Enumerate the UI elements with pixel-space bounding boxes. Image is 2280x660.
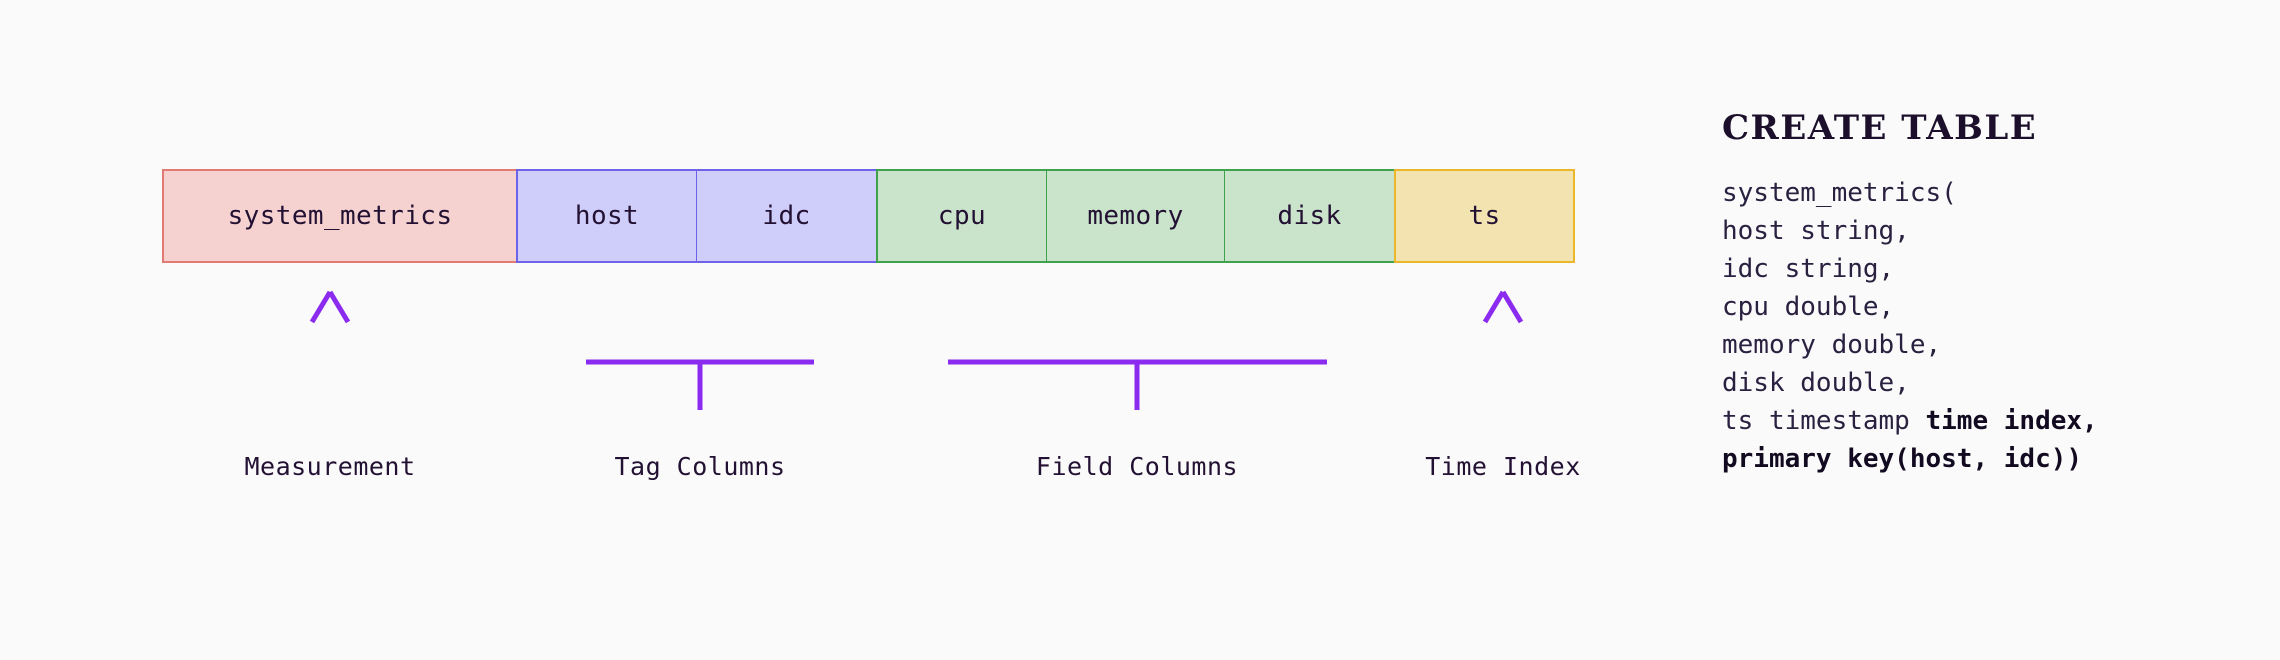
sql-text: disk double, <box>1722 368 1910 398</box>
sql-line: system_metrics( <box>1722 174 2242 212</box>
schema-column-disk: disk <box>1224 169 1396 263</box>
create-table-snippet: CREATE TABLE system_metrics(host string,… <box>1722 108 2242 478</box>
sql-line: disk double, <box>1722 364 2242 402</box>
connector-bracket-tag <box>585 300 815 410</box>
sql-line: primary key(host, idc)) <box>1722 440 2242 478</box>
sql-keyword: primary key(host, idc)) <box>1722 444 2083 474</box>
caption-field-columns: Field Columns <box>1035 452 1239 481</box>
schema-column-idc: idc <box>696 169 878 263</box>
sql-line: memory double, <box>1722 326 2242 364</box>
sql-line: host string, <box>1722 212 2242 250</box>
sql-text: idc string, <box>1722 254 1895 284</box>
caption-tag-columns: Tag Columns <box>614 452 786 481</box>
sql-body: system_metrics(host string, idc string, cp… <box>1722 174 2242 478</box>
sql-text: memory double, <box>1722 330 1942 360</box>
sql-text: ts timestamp <box>1722 406 1926 436</box>
connector-arrow-measurement <box>309 290 351 412</box>
schema-strip: system_metrics host idc cpu memory disk ts <box>162 169 1575 263</box>
schema-column-host: host <box>516 169 698 263</box>
caption-time-index: Time Index <box>1425 452 1581 481</box>
connector-arrow-time-index <box>1482 290 1524 412</box>
sql-keyword: time index, <box>1925 406 2098 436</box>
caption-measurement: Measurement <box>244 452 416 481</box>
sql-text: system_metrics( <box>1722 178 1957 208</box>
sql-line: idc string, <box>1722 250 2242 288</box>
connector-bracket-field <box>947 300 1328 410</box>
sql-title: CREATE TABLE <box>1722 108 2038 148</box>
sql-text: cpu double, <box>1722 292 1895 322</box>
sql-text: host string, <box>1722 216 1910 246</box>
schema-column-memory: memory <box>1046 169 1226 263</box>
schema-column-system-metrics: system_metrics <box>162 169 518 263</box>
schema-column-cpu: cpu <box>876 169 1048 263</box>
sql-line: ts timestamp time index, <box>1722 402 2242 440</box>
schema-column-ts: ts <box>1394 169 1575 263</box>
sql-line: cpu double, <box>1722 288 2242 326</box>
